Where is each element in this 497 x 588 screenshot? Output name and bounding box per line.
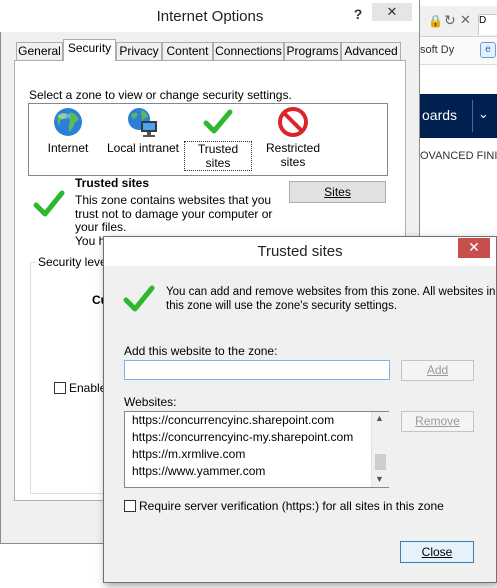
trusted-check-large-icon — [33, 190, 65, 217]
tab-programs[interactable]: Programs — [284, 42, 341, 60]
tab-content[interactable]: Content — [162, 42, 213, 60]
add-website-input[interactable] — [124, 360, 390, 380]
website-list-item[interactable]: https://m.xrmlive.com — [125, 446, 388, 463]
lock-icon: 🔒 — [428, 14, 443, 28]
selected-zone-heading: Trusted sites — [75, 176, 150, 190]
require-https-label: Require server verification (https:) for… — [139, 499, 444, 513]
trusted-sites-close-button[interactable]: ✕ — [458, 238, 490, 258]
info-line: You can add and remove websites from thi… — [166, 286, 496, 298]
nav-divider — [472, 100, 473, 132]
security-level-label: Security level — [36, 255, 112, 269]
zone-trusted-sites[interactable]: Trusted sites — [184, 106, 252, 171]
info-line: this zone will use the zone's security s… — [166, 299, 398, 312]
description-line: your files. — [75, 220, 127, 234]
sites-button[interactable]: Sites — [289, 181, 386, 203]
description-line: trust not to damage your computer or — [75, 206, 273, 221]
close-tab-icon[interactable]: ✕ — [460, 12, 471, 28]
favorites-item-label[interactable]: soft Dy — [420, 44, 454, 56]
zone-internet[interactable]: Internet — [38, 106, 98, 155]
sites-button-label: Sites — [324, 185, 351, 199]
website-list-item[interactable]: https://www.yammer.com — [125, 463, 388, 480]
enable-protected-mode-checkbox[interactable] — [54, 382, 66, 394]
restricted-icon — [278, 107, 308, 137]
tab-general[interactable]: General — [16, 42, 63, 60]
zone-internet-label: Internet — [47, 141, 89, 155]
zone-trusted-label: Trusted sites — [184, 141, 252, 171]
chevron-down-icon[interactable]: ⌄ — [478, 106, 489, 122]
add-button[interactable]: Add — [401, 360, 474, 381]
scroll-up-icon[interactable]: ▲ — [375, 413, 384, 423]
enable-protected-mode-label: Enable — [69, 381, 107, 395]
description-line: This zone contains websites that you — [75, 193, 272, 207]
websites-list[interactable]: https://concurrencyinc.sharepoint.com ht… — [124, 411, 389, 488]
trusted-sites-info: You can add and remove websites from thi… — [166, 286, 495, 313]
zone-intranet-label: Local intranet — [106, 141, 180, 155]
nav-dashboards-label[interactable]: oards — [422, 107, 457, 123]
close-button[interactable]: Close — [400, 541, 474, 563]
require-https-checkbox[interactable] — [124, 500, 136, 512]
add-button-label: Add — [426, 363, 449, 377]
tab-advanced[interactable]: Advanced — [341, 42, 401, 60]
scroll-thumb[interactable] — [375, 454, 386, 470]
scroll-down-icon[interactable]: ▼ — [375, 474, 384, 484]
favorites-bar: soft Dy e — [420, 38, 497, 65]
websites-scrollbar[interactable]: ▲ ▼ — [371, 412, 389, 487]
browser-tab-label: D — [479, 15, 487, 26]
tab-privacy[interactable]: Privacy — [116, 42, 162, 60]
page-heading: OVANCED FINI — [420, 150, 497, 162]
check-icon — [203, 109, 233, 134]
io-close-button[interactable]: ✕ — [372, 3, 412, 21]
websites-label: Websites: — [124, 395, 177, 409]
zone-restricted-label: Restricted sites — [265, 141, 321, 169]
browser-tab[interactable]: D — [478, 14, 497, 35]
close-button-label: Close — [421, 545, 453, 559]
zone-restricted-sites[interactable]: Restricted sites — [258, 106, 328, 169]
zone-prompt: Select a zone to view or change security… — [29, 88, 292, 102]
intranet-icon — [128, 108, 157, 137]
tab-security[interactable]: Security — [63, 39, 116, 62]
remove-button[interactable]: Remove — [401, 411, 474, 432]
refresh-icon[interactable]: ↻ — [444, 12, 456, 29]
add-website-label: Add this website to the zone: — [124, 344, 278, 358]
ie-favicon-icon: e — [480, 42, 496, 58]
tab-connections[interactable]: Connections — [213, 42, 284, 60]
website-list-item[interactable]: https://concurrencyinc-my.sharepoint.com — [125, 429, 388, 446]
website-list-item[interactable]: https://concurrencyinc.sharepoint.com — [125, 412, 388, 429]
check-icon — [123, 285, 155, 312]
zone-local-intranet[interactable]: Local intranet — [104, 106, 182, 155]
trusted-sites-title: Trusted sites — [257, 243, 343, 260]
remove-button-label: Remove — [415, 414, 460, 428]
globe-icon — [54, 108, 82, 136]
crm-nav-bar: oards ⌄ — [420, 94, 497, 138]
